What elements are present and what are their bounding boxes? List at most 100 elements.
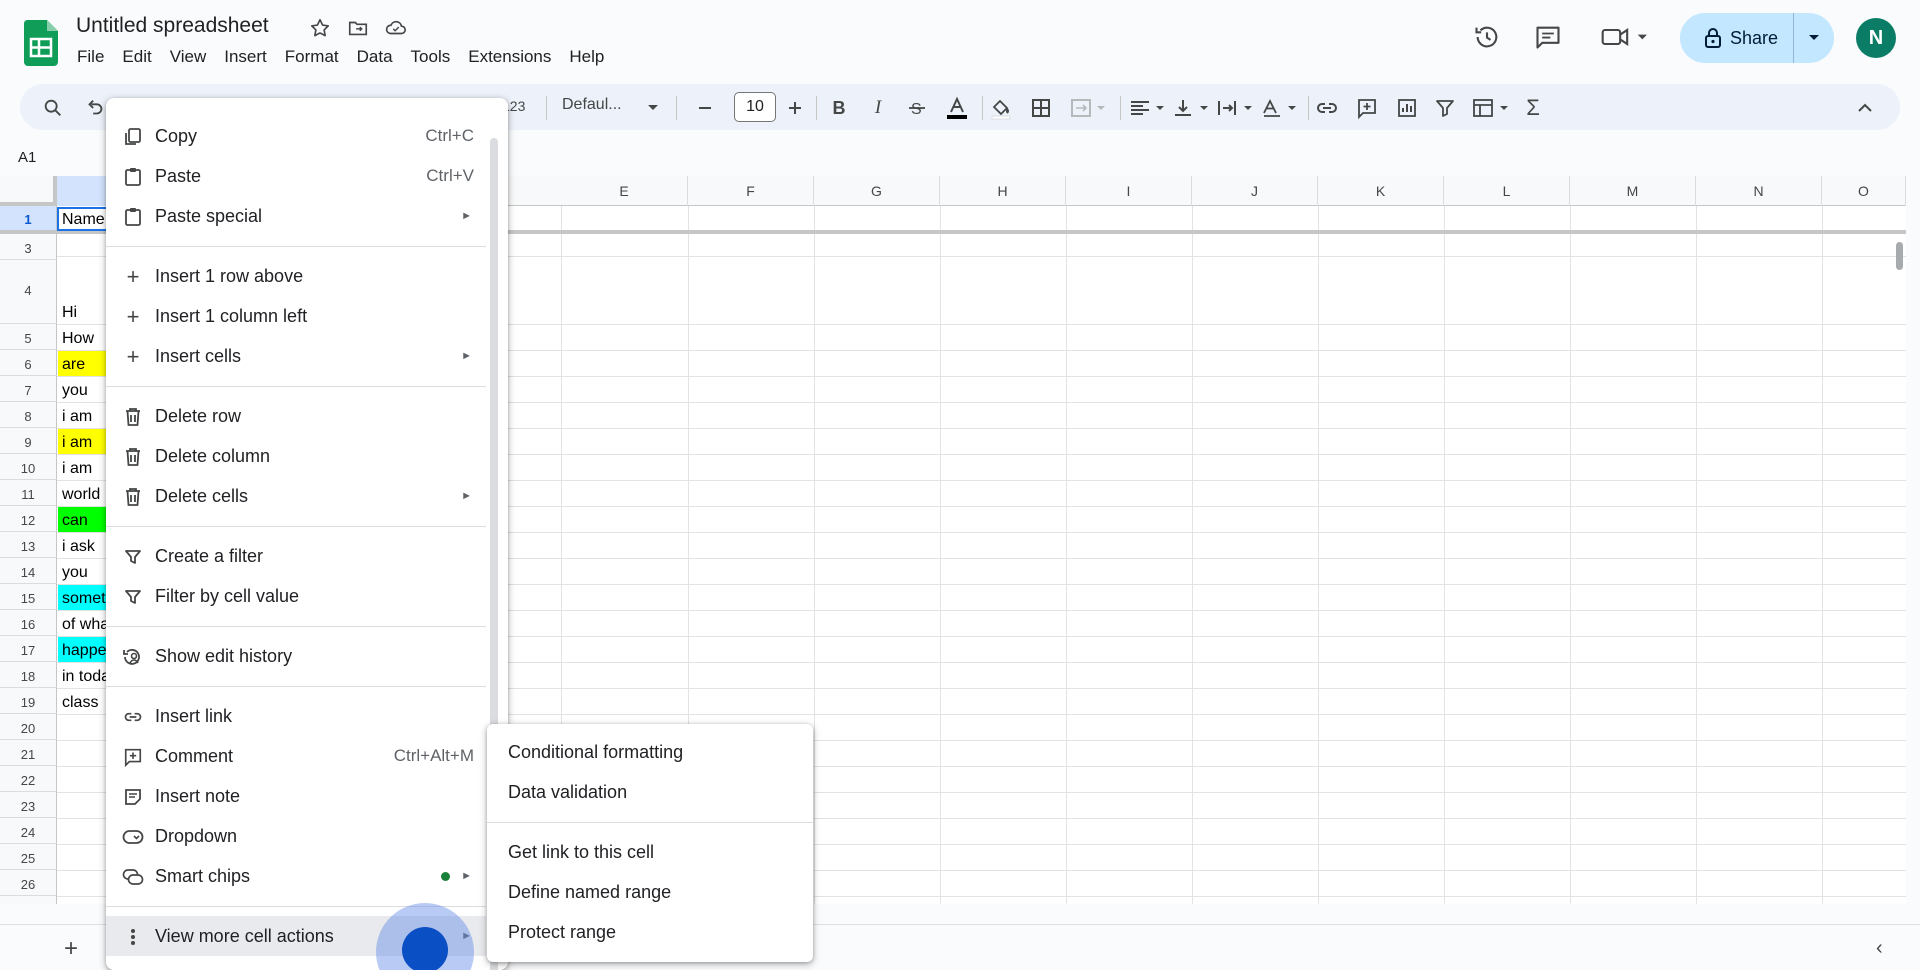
column-header-j[interactable]: J [1192,176,1318,206]
menu-format[interactable]: Format [276,46,348,68]
submenu-item-data-validation[interactable]: Data validation [487,772,813,812]
row-header[interactable]: 4 [0,260,57,324]
strikethrough-icon[interactable]: S [904,95,930,121]
row-header[interactable]: 3 [0,234,57,260]
menu-view[interactable]: View [161,46,216,68]
column-header-e[interactable]: E [561,176,688,206]
row-header[interactable]: 16 [0,610,57,636]
merge-cells-icon[interactable] [1070,95,1110,121]
menu-item-insert-note[interactable]: Insert note [106,776,486,816]
row-header[interactable]: 19 [0,688,57,714]
row-header[interactable]: 18 [0,662,57,688]
menu-item-dropdown[interactable]: Dropdown [106,816,486,856]
vertical-align-icon[interactable] [1172,95,1212,121]
submenu-item-define-named-range[interactable]: Define named range [487,872,813,912]
menu-extensions[interactable]: Extensions [459,46,560,68]
bold-icon[interactable]: B [826,95,852,121]
menu-data[interactable]: Data [348,46,402,68]
fill-color-icon[interactable] [988,95,1014,121]
borders-icon[interactable] [1028,95,1054,121]
row-header[interactable]: 1 [0,206,57,231]
increase-font-size-icon[interactable] [782,95,808,121]
text-wrap-icon[interactable] [1216,95,1256,121]
chevron-left-icon[interactable]: ‹ [1876,937,1883,960]
document-title[interactable]: Untitled spreadsheet [76,14,269,38]
row-header[interactable]: 15 [0,584,57,610]
text-color-icon[interactable] [944,95,970,121]
row-header[interactable]: 25 [0,844,57,870]
account-avatar[interactable]: N [1856,18,1896,58]
column-header-h[interactable]: H [940,176,1066,206]
create-filter-icon[interactable] [1432,95,1458,121]
cloud-saved-icon[interactable] [384,16,408,40]
menu-item-paste[interactable]: Paste Ctrl+V [106,156,486,196]
menu-item-insert-link[interactable]: Insert link [106,696,486,736]
menu-insert[interactable]: Insert [215,46,276,68]
row-header[interactable]: 13 [0,532,57,558]
move-folder-icon[interactable] [346,16,370,40]
menu-item-insert-cells[interactable]: + Insert cells ► [106,336,486,376]
submenu-item-protect-range[interactable]: Protect range [487,912,813,952]
select-all-corner[interactable] [0,176,57,206]
filter-views-icon[interactable] [1472,95,1512,121]
row-header[interactable]: 5 [0,324,57,350]
insert-chart-icon[interactable] [1394,95,1420,121]
menu-item-insert-column[interactable]: + Insert 1 column left [106,296,486,336]
menu-item-paste-special[interactable]: Paste special ► [106,196,486,236]
menu-edit[interactable]: Edit [113,46,160,68]
column-header-f[interactable]: F [688,176,814,206]
row-header[interactable]: 9 [0,428,57,454]
version-history-icon[interactable] [1470,20,1504,54]
row-header[interactable]: 26 [0,870,57,896]
row-header[interactable]: 17 [0,636,57,662]
search-menus-icon[interactable] [40,95,66,121]
italic-icon[interactable]: I [865,95,891,121]
menu-help[interactable]: Help [560,46,613,68]
row-header[interactable]: 11 [0,480,57,506]
name-box[interactable]: A1 [18,149,36,166]
meet-video-icon[interactable] [1598,20,1654,54]
undo-icon[interactable] [82,95,108,121]
vertical-scrollbar[interactable] [1892,206,1906,904]
menu-file[interactable]: File [68,46,113,68]
row-header[interactable]: 21 [0,740,57,766]
font-family-select[interactable]: Defaul... [562,96,622,114]
submenu-item-get-link[interactable]: Get link to this cell [487,832,813,872]
row-header[interactable]: 6 [0,350,57,376]
sheets-logo-icon[interactable] [24,20,58,66]
row-header[interactable]: 10 [0,454,57,480]
text-rotation-icon[interactable] [1260,95,1300,121]
column-header-m[interactable]: M [1570,176,1696,206]
functions-sigma-icon[interactable]: Σ [1520,95,1546,121]
comments-icon[interactable] [1531,20,1565,54]
row-header[interactable]: 20 [0,714,57,740]
row-header[interactable]: 23 [0,792,57,818]
row-header[interactable]: 8 [0,402,57,428]
row-header[interactable]: 24 [0,818,57,844]
insert-link-icon[interactable] [1314,95,1340,121]
menu-item-filter-by-value[interactable]: Filter by cell value [106,576,486,616]
collapse-toolbar-icon[interactable] [1852,95,1878,121]
column-header-l[interactable]: L [1444,176,1570,206]
menu-item-create-filter[interactable]: Create a filter [106,536,486,576]
row-header[interactable]: 27 [0,896,57,904]
row-header[interactable]: 12 [0,506,57,532]
star-icon[interactable] [308,16,332,40]
decrease-font-size-icon[interactable] [692,95,718,121]
menu-item-delete-column[interactable]: Delete column [106,436,486,476]
row-header[interactable]: 22 [0,766,57,792]
horizontal-align-icon[interactable] [1128,95,1168,121]
column-header-n[interactable]: N [1696,176,1822,206]
row-header[interactable]: 14 [0,558,57,584]
menu-item-edit-history[interactable]: Show edit history [106,636,486,676]
font-size-input[interactable]: 10 [734,92,776,122]
menu-item-insert-row[interactable]: + Insert 1 row above [106,256,486,296]
menu-tools[interactable]: Tools [402,46,460,68]
share-dropdown[interactable] [1794,13,1834,63]
menu-item-delete-cells[interactable]: Delete cells ► [106,476,486,516]
submenu-item-conditional-formatting[interactable]: Conditional formatting [487,732,813,772]
menu-item-copy[interactable]: Copy Ctrl+C [106,116,486,156]
menu-item-comment[interactable]: Comment Ctrl+Alt+M [106,736,486,776]
row-header[interactable]: 7 [0,376,57,402]
font-caret-icon[interactable] [640,95,666,121]
